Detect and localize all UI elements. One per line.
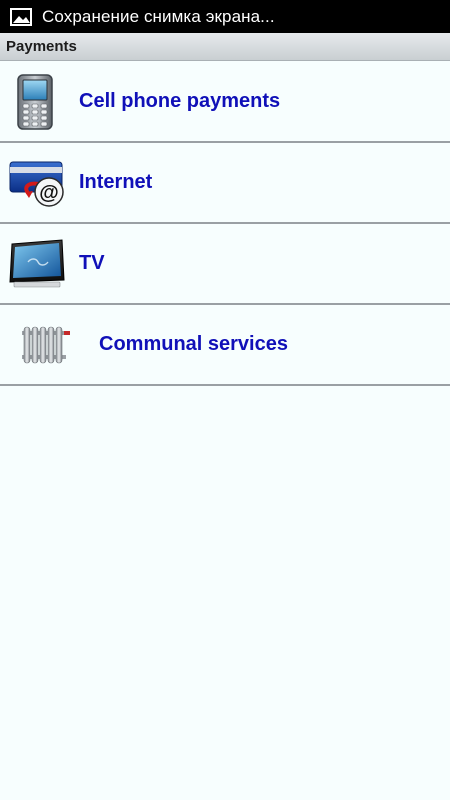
list-item-label: TV — [79, 252, 105, 274]
list-item-label: Internet — [79, 171, 153, 193]
list-item-label: Communal services — [99, 333, 288, 355]
image-icon — [10, 7, 32, 26]
cell-phone-icon — [17, 73, 53, 130]
page-title: Payments — [6, 38, 77, 55]
credit-card-at-icon: @ — [9, 161, 64, 207]
section-header: Payments — [0, 33, 450, 61]
payments-list: Cell phone payments @ Internet TV Commun… — [0, 62, 450, 386]
radiator-icon — [22, 326, 70, 363]
svg-text:@: @ — [39, 182, 59, 204]
tv-icon — [9, 238, 65, 287]
list-item-cell-phone-payments[interactable]: Cell phone payments — [0, 62, 450, 143]
list-item-tv[interactable]: TV — [0, 224, 450, 305]
list-item-label: Cell phone payments — [79, 90, 281, 112]
list-item-communal-services[interactable]: Communal services — [0, 305, 450, 386]
status-notification-text: Сохранение снимка экрана... — [42, 6, 275, 26]
status-bar: Сохранение снимка экрана... — [0, 0, 450, 33]
list-item-internet[interactable]: @ Internet — [0, 143, 450, 224]
